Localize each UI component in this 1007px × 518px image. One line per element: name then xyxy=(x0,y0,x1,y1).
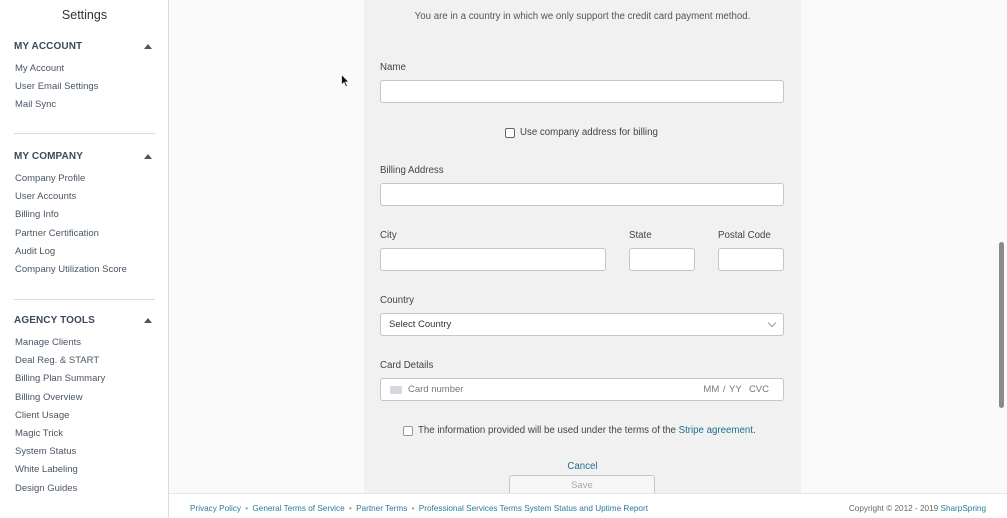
state-input[interactable] xyxy=(629,248,695,271)
terms-prefix: The information provided will be used un… xyxy=(418,425,676,436)
collapse-caret-icon[interactable] xyxy=(144,154,152,159)
terms-suffix: . xyxy=(752,425,756,436)
sidebar-item-billing-overview[interactable]: Billing Overview xyxy=(15,389,155,407)
settings-sidebar: Settings MY ACCOUNT My Account User Emai… xyxy=(0,0,169,518)
country-select[interactable]: Select Country xyxy=(380,313,784,336)
copyright-text: Copyright © 2012 - 2019 xyxy=(848,504,939,513)
card-number-placeholder[interactable]: Card number xyxy=(408,384,463,395)
sidebar-title: Settings xyxy=(61,8,108,22)
sidebar-item-system-status[interactable]: System Status xyxy=(15,443,155,461)
brand-link[interactable]: SharpSpring xyxy=(940,504,986,513)
name-input[interactable] xyxy=(380,80,784,103)
sidebar-item-user-accounts[interactable]: User Accounts xyxy=(15,188,155,206)
sidebar-item-mail-sync[interactable]: Mail Sync xyxy=(15,96,155,114)
use-company-address-row[interactable]: Use company address for billing xyxy=(505,127,658,138)
copyright: Copyright © 2012 - 2019 SharpSpring xyxy=(849,504,986,513)
section-toggle-my-company[interactable]: MY COMPANY xyxy=(14,151,155,167)
billing-form-panel: You are in a country in which we only su… xyxy=(364,0,801,497)
use-company-address-checkbox[interactable] xyxy=(505,127,515,138)
footer-separator: • xyxy=(348,504,352,513)
section-toggle-agency-tools[interactable]: AGENCY TOOLS xyxy=(14,315,155,331)
footer-link-general-terms[interactable]: General Terms of Service xyxy=(252,504,344,513)
terms-checkbox[interactable] xyxy=(403,425,413,436)
collapse-caret-icon[interactable] xyxy=(144,318,152,323)
footer-link-partner-terms[interactable]: Partner Terms xyxy=(356,504,407,513)
collapse-caret-icon[interactable] xyxy=(144,44,152,49)
postal-code-label: Postal Code xyxy=(718,230,771,241)
sidebar-item-my-account[interactable]: My Account xyxy=(15,60,155,78)
sidebar-item-white-labeling[interactable]: White Labeling xyxy=(15,461,155,479)
card-expiry-cvc[interactable]: MM / YY CVC xyxy=(703,384,769,395)
city-input[interactable] xyxy=(380,248,606,271)
terms-row: The information provided will be used un… xyxy=(403,425,756,436)
main-content: You are in a country in which we only su… xyxy=(169,0,1007,497)
sidebar-item-client-usage[interactable]: Client Usage xyxy=(15,407,155,425)
chevron-down-icon xyxy=(767,318,777,328)
stripe-agreement-link[interactable]: Stripe agreement xyxy=(679,425,753,436)
mouse-cursor-icon xyxy=(341,74,350,88)
footer-separator: • xyxy=(245,504,249,513)
sidebar-item-company-utilization-score[interactable]: Company Utilization Score xyxy=(15,261,155,279)
sidebar-item-partner-certification[interactable]: Partner Certification xyxy=(15,225,155,243)
section-my-account: MY ACCOUNT My Account User Email Setting… xyxy=(14,41,155,115)
card-details-input[interactable]: Card number MM / YY CVC xyxy=(380,378,784,401)
terms-text: The information provided will be used un… xyxy=(418,425,756,436)
footer-link-professional-services-terms[interactable]: Professional Services Terms xyxy=(419,504,522,513)
footer-link-system-status[interactable]: System Status and Uptime Report xyxy=(524,504,648,513)
section-agency-tools: AGENCY TOOLS Manage Clients Deal Reg. & … xyxy=(14,315,155,498)
city-label: City xyxy=(380,230,397,241)
card-cvc-placeholder[interactable]: CVC xyxy=(749,384,769,395)
cancel-link[interactable]: Cancel xyxy=(364,461,801,472)
state-label: State xyxy=(629,230,652,241)
card-details-label: Card Details xyxy=(380,360,434,371)
footer: Privacy Policy • General Terms of Servic… xyxy=(169,493,1007,518)
section-my-company: MY COMPANY Company Profile User Accounts… xyxy=(14,151,155,279)
sidebar-item-magic-trick[interactable]: Magic Trick xyxy=(15,425,155,443)
sidebar-item-design-guides[interactable]: Design Guides xyxy=(15,480,155,498)
footer-separator: • xyxy=(411,504,415,513)
sidebar-item-billing-plan-summary[interactable]: Billing Plan Summary xyxy=(15,370,155,388)
billing-address-input[interactable] xyxy=(380,183,784,206)
section-heading: MY ACCOUNT xyxy=(14,41,83,52)
sidebar-item-company-profile[interactable]: Company Profile xyxy=(15,170,155,188)
use-company-address-label: Use company address for billing xyxy=(520,127,658,138)
name-label: Name xyxy=(380,62,406,73)
credit-card-icon xyxy=(390,386,402,394)
billing-address-label: Billing Address xyxy=(380,165,444,176)
sidebar-item-deal-reg-start[interactable]: Deal Reg. & START xyxy=(15,352,155,370)
sidebar-item-billing-info[interactable]: Billing Info xyxy=(15,206,155,224)
sidebar-item-user-email-settings[interactable]: User Email Settings xyxy=(15,78,155,96)
footer-link-privacy-policy[interactable]: Privacy Policy xyxy=(190,504,241,513)
sidebar-item-audit-log[interactable]: Audit Log xyxy=(15,243,155,261)
scrollbar-thumb[interactable] xyxy=(999,242,1004,408)
postal-code-input[interactable] xyxy=(718,248,784,271)
section-heading: MY COMPANY xyxy=(14,151,83,162)
card-expiry-placeholder[interactable]: MM / YY xyxy=(703,384,741,395)
sidebar-item-manage-clients[interactable]: Manage Clients xyxy=(15,334,155,352)
payment-method-notice: You are in a country in which we only su… xyxy=(414,11,751,22)
sidebar-divider xyxy=(14,299,155,300)
country-selected-value: Select Country xyxy=(389,319,452,330)
country-label: Country xyxy=(380,295,414,306)
sidebar-divider xyxy=(14,133,155,134)
footer-links: Privacy Policy • General Terms of Servic… xyxy=(190,504,648,513)
section-toggle-my-account[interactable]: MY ACCOUNT xyxy=(14,41,155,57)
section-heading: AGENCY TOOLS xyxy=(14,315,95,326)
